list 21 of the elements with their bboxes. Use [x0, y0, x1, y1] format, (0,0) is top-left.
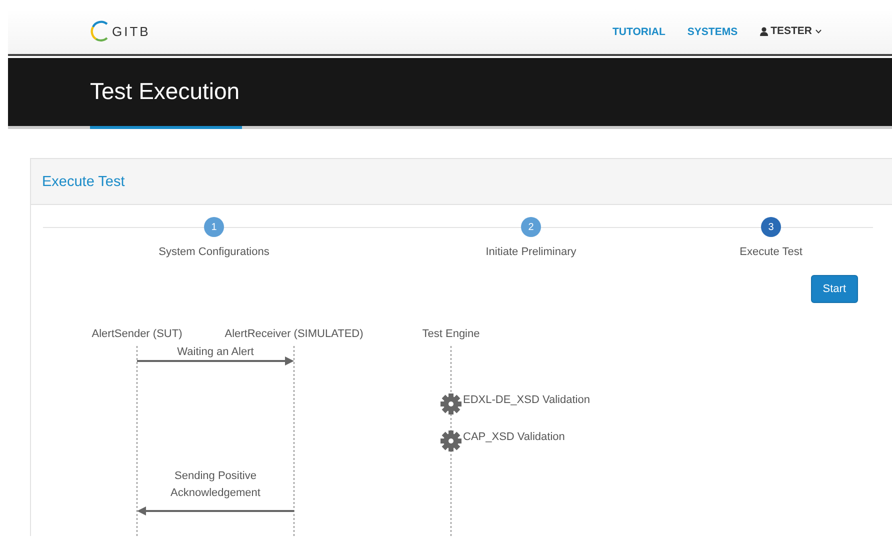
- step-number[interactable]: 2: [521, 217, 541, 237]
- step-label: Execute Test: [740, 246, 802, 258]
- logo[interactable]: GITB: [90, 19, 150, 43]
- validation-label: EDXL-DE_XSD Validation: [463, 393, 590, 407]
- validation-label: CAP_XSD Validation: [463, 430, 565, 444]
- step-number[interactable]: 3: [761, 217, 781, 237]
- step-number[interactable]: 1: [204, 217, 224, 237]
- lifeline-label: Test Engine: [422, 327, 480, 342]
- nav-link[interactable]: SYSTEMS: [687, 26, 738, 38]
- panel-title: Execute Test: [42, 174, 125, 190]
- nav-link[interactable]: TUTORIAL: [612, 26, 666, 38]
- start-button[interactable]: Start: [810, 275, 858, 303]
- message-label: Waiting an Alert: [177, 345, 254, 360]
- page-title: Test Execution: [90, 79, 242, 129]
- logo-text: GITB: [112, 24, 150, 38]
- message-label: Sending Positive Acknowledgement: [170, 469, 262, 501]
- lifeline-label: AlertSender (SUT): [92, 327, 182, 342]
- step-label: System Configurations: [158, 246, 270, 258]
- user-menu[interactable]: TESTER: [760, 25, 822, 37]
- lifeline-label: AlertReceiver (SIMULATED): [224, 327, 364, 342]
- step-label: Initiate Preliminary: [486, 246, 576, 258]
